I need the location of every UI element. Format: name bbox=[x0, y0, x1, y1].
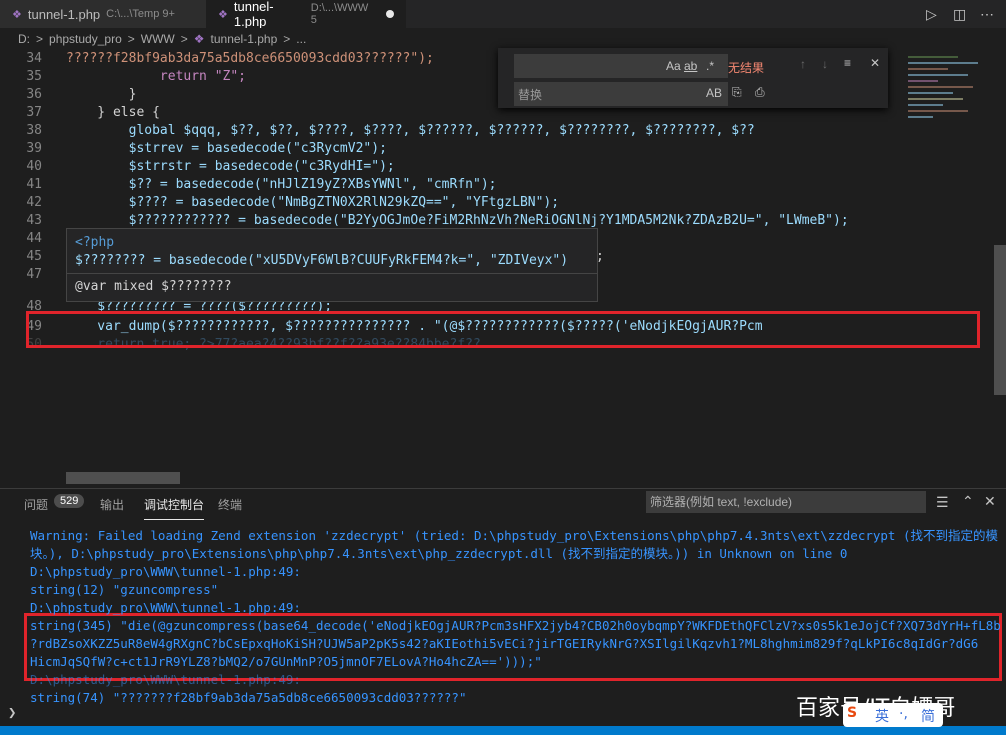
tab-path: D:\...\WWW 5 bbox=[310, 2, 369, 26]
crumb-symbol[interactable]: ... bbox=[296, 32, 306, 46]
ime-punct-toggle[interactable]: ·, bbox=[899, 706, 908, 722]
line-number: 40 bbox=[26, 159, 42, 174]
tab-output[interactable]: 输出 bbox=[100, 496, 124, 513]
chevron-right-icon: > bbox=[283, 32, 291, 46]
arrow-up-icon[interactable]: ↑ bbox=[800, 57, 806, 71]
line-number: 44 bbox=[26, 231, 42, 246]
code-line[interactable]: $?? = basedecode("nHJlZ19yZ?XBsYWNl", "c… bbox=[66, 176, 497, 194]
php-icon: ❖ bbox=[218, 8, 228, 21]
line-number: 37 bbox=[26, 105, 42, 120]
more-actions-icon[interactable]: ⋯ bbox=[980, 6, 994, 23]
sogou-logo-icon: S bbox=[847, 705, 858, 721]
code-line[interactable]: } bbox=[66, 86, 137, 104]
highlight-box bbox=[26, 311, 980, 348]
close-icon[interactable]: ✕ bbox=[984, 493, 996, 510]
chevron-right-icon: > bbox=[127, 32, 135, 46]
run-debug-icon[interactable]: ▷ bbox=[926, 6, 937, 23]
console-line: string(345) "die(@gzuncompress(base64_de… bbox=[30, 618, 1001, 633]
regex-toggle[interactable]: .* bbox=[706, 59, 714, 73]
chevron-right-icon: > bbox=[36, 32, 44, 46]
debug-console-output[interactable]: Warning: Failed loading Zend extension '… bbox=[0, 520, 1006, 715]
hover-tooltip: <?php $???????? = basedecode("xU5DVyF6Wl… bbox=[66, 228, 598, 302]
filter-input[interactable]: 筛选器(例如 text, !exclude) bbox=[646, 491, 926, 513]
breadcrumb: D: > phpstudy_pro > WWW > ❖ tunnel-1.php… bbox=[0, 28, 1006, 50]
crumb-drive[interactable]: D: bbox=[18, 32, 30, 46]
horizontal-scroll-thumb[interactable] bbox=[66, 472, 180, 484]
line-number: 43 bbox=[26, 213, 42, 228]
chevron-right-icon: > bbox=[180, 32, 188, 46]
code-line[interactable]: $???? = basedecode("NmBgZTN0X2RlN29kZQ==… bbox=[66, 194, 559, 212]
code-line[interactable]: ??????f28bf9ab3da75a5db8ce6650093cdd03??… bbox=[66, 50, 434, 68]
line-number: 36 bbox=[26, 87, 42, 102]
replace-placeholder: 替换 bbox=[518, 88, 543, 102]
line-number: 42 bbox=[26, 195, 42, 210]
vertical-scroll-thumb[interactable] bbox=[994, 245, 1006, 395]
code-line[interactable]: $strrev = basedecode("c3RycmV2"); bbox=[66, 140, 387, 158]
tab-label: tunnel-1.php bbox=[27, 6, 101, 22]
status-bar bbox=[0, 726, 1006, 735]
replace-input[interactable] bbox=[514, 82, 728, 106]
tab-path: C:\...\Temp 9+ bbox=[106, 8, 175, 20]
tab-problems[interactable]: 问题 bbox=[24, 496, 48, 513]
console-line: string(74) "???????f28bf9ab3da75a5db8ce6… bbox=[30, 690, 467, 705]
console-line: string(12) "gzuncompress" bbox=[30, 582, 219, 597]
whole-word-toggle[interactable]: ab bbox=[684, 59, 697, 73]
find-result-status: 无结果 bbox=[728, 61, 765, 75]
hover-line: $???????? = basedecode("xU5DVyF6WlB?CUUF… bbox=[75, 253, 569, 268]
console-line: D:\phpstudy_pro\WWW\tunnel-1.php:49: bbox=[30, 672, 301, 687]
tab-label: tunnel-1.php bbox=[233, 0, 274, 29]
clear-console-icon[interactable]: ☰ bbox=[936, 494, 949, 511]
close-icon[interactable]: ✕ bbox=[870, 56, 880, 70]
crumb-file[interactable]: tunnel-1.php bbox=[211, 32, 278, 46]
arrow-down-icon[interactable]: ↓ bbox=[822, 57, 828, 71]
problems-count-badge: 529 bbox=[54, 494, 85, 508]
code-line[interactable]: return "Z"; bbox=[66, 68, 246, 86]
ime-mode-toggle[interactable]: 英 bbox=[875, 706, 889, 726]
code-line[interactable]: } else { bbox=[66, 104, 160, 122]
find-in-selection-icon[interactable]: ≡ bbox=[844, 56, 851, 70]
ime-toolbar[interactable]: S 英 ·, 简 bbox=[843, 703, 943, 727]
php-icon: ❖ bbox=[193, 32, 205, 46]
console-line: D:\phpstudy_pro\WWW\tunnel-1.php:49: bbox=[30, 600, 301, 615]
ime-charset-toggle[interactable]: 简 bbox=[921, 706, 935, 726]
find-replace-widget: 替换 Aa ab .* 无结果 ↑ ↓ ≡ ✕ AB ⎘ ⎙ bbox=[498, 48, 888, 108]
tab-tunnel-temp[interactable]: ❖ tunnel-1.php C:\...\Temp 9+ bbox=[0, 0, 206, 28]
minimap[interactable] bbox=[904, 50, 992, 210]
tab-bar: ❖ tunnel-1.php C:\...\Temp 9+ ❖ tunnel-1… bbox=[0, 0, 1006, 29]
hover-line: <?php bbox=[75, 235, 115, 250]
tab-terminal[interactable]: 终端 bbox=[218, 496, 242, 513]
line-number: 35 bbox=[26, 69, 42, 84]
divider bbox=[67, 273, 597, 274]
line-number: 41 bbox=[26, 177, 42, 192]
chevron-up-icon[interactable]: ⌃ bbox=[962, 493, 974, 510]
line-number: 45 bbox=[26, 249, 42, 264]
crumb-folder[interactable]: phpstudy_pro bbox=[49, 32, 122, 46]
tab-debug-console[interactable]: 调试控制台 bbox=[144, 496, 205, 520]
unsaved-dot-icon[interactable] bbox=[386, 10, 394, 18]
console-line: Warning: Failed loading Zend extension '… bbox=[30, 528, 998, 543]
split-editor-icon[interactable]: ◫ bbox=[953, 6, 966, 23]
replace-all-icon[interactable]: ⎙ bbox=[755, 85, 765, 100]
code-line[interactable]: global $qqq, $??, $??, $????, $????, $??… bbox=[66, 122, 755, 140]
line-number: 38 bbox=[26, 123, 42, 138]
console-line: 块。), D:\phpstudy_pro\Extensions\php\php7… bbox=[30, 546, 848, 561]
console-line: ?rdBZsoXKZZ5uR8eW4gRXgnC?bCsEpxqHoKiSH?U… bbox=[30, 636, 979, 651]
console-line: D:\phpstudy_pro\WWW\tunnel-1.php:49: bbox=[30, 564, 301, 579]
line-number: 47 bbox=[26, 267, 42, 282]
replace-icon[interactable]: ⎘ bbox=[732, 85, 742, 100]
line-number: 34 bbox=[26, 51, 42, 66]
tab-tunnel-www[interactable]: ❖ tunnel-1.php D:\...\WWW 5 bbox=[206, 0, 406, 29]
console-line: HicmJqSQfW?c+ct1JrR9YLZ8?bMQ2/o7GUnMnP?O… bbox=[30, 654, 542, 669]
preserve-case-toggle[interactable]: AB bbox=[706, 86, 722, 100]
crumb-folder[interactable]: WWW bbox=[141, 32, 175, 46]
hover-doc: @var mixed $???????? bbox=[75, 279, 232, 294]
match-case-toggle[interactable]: Aa bbox=[666, 59, 681, 73]
chevron-right-icon[interactable]: ❯ bbox=[8, 705, 16, 721]
line-number: 39 bbox=[26, 141, 42, 156]
code-line[interactable]: $strrstr = basedecode("c3RydHI="); bbox=[66, 158, 395, 176]
php-icon: ❖ bbox=[12, 8, 22, 21]
